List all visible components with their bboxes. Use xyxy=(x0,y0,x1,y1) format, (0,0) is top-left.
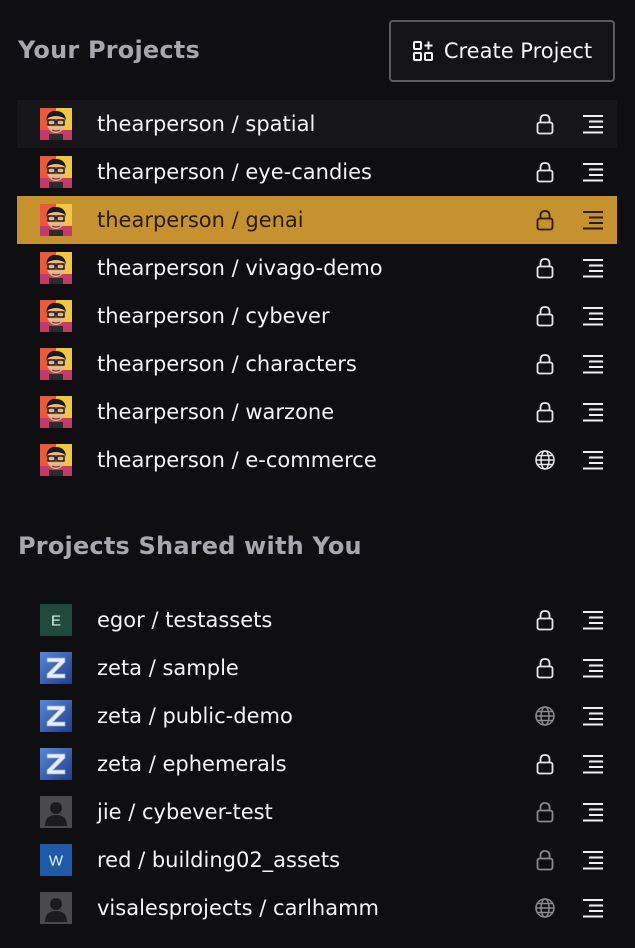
project-row[interactable]: E egor / testassets xyxy=(17,596,617,644)
project-menu-icon[interactable] xyxy=(582,706,604,726)
project-menu-icon[interactable] xyxy=(582,210,604,230)
project-name[interactable]: red / building02_assets xyxy=(97,836,340,884)
project-avatar xyxy=(40,748,72,780)
project-menu-icon[interactable] xyxy=(582,610,604,630)
project-menu-icon[interactable] xyxy=(582,162,604,182)
project-avatar xyxy=(40,108,72,140)
project-row[interactable]: thearperson / characters xyxy=(17,340,617,388)
project-name[interactable]: zeta / public-demo xyxy=(97,692,293,740)
lock-icon xyxy=(534,609,556,631)
project-avatar xyxy=(40,300,72,332)
project-menu-icon[interactable] xyxy=(582,754,604,774)
lock-icon xyxy=(534,401,556,423)
project-avatar xyxy=(40,156,72,188)
project-name[interactable]: thearperson / warzone xyxy=(97,388,334,436)
create-project-button[interactable]: Create Project xyxy=(389,20,615,82)
project-avatar xyxy=(40,652,72,684)
grid-plus-icon xyxy=(412,40,434,62)
create-project-label: Create Project xyxy=(443,39,593,63)
globe-icon xyxy=(534,897,556,919)
project-row[interactable]: visalesprojects / carlhamm xyxy=(17,884,617,932)
project-avatar xyxy=(40,348,72,380)
project-row[interactable]: thearperson / eye-candies xyxy=(17,148,617,196)
project-row[interactable]: zeta / ephemerals xyxy=(17,740,617,788)
project-name[interactable]: zeta / ephemerals xyxy=(97,740,287,788)
project-avatar xyxy=(40,444,72,476)
project-avatar: E xyxy=(40,604,72,636)
project-name[interactable]: thearperson / e-commerce xyxy=(97,436,377,484)
project-name[interactable]: thearperson / vivago-demo xyxy=(97,244,383,292)
project-menu-icon[interactable] xyxy=(582,802,604,822)
project-name[interactable]: thearperson / cybever xyxy=(97,292,330,340)
project-row[interactable]: zeta / public-demo xyxy=(17,692,617,740)
project-menu-icon[interactable] xyxy=(582,114,604,134)
project-avatar xyxy=(40,796,72,828)
project-avatar xyxy=(40,204,72,236)
project-row[interactable]: jie / cybever-test xyxy=(17,788,617,836)
project-name[interactable]: egor / testassets xyxy=(97,596,272,644)
project-row[interactable]: thearperson / e-commerce xyxy=(17,436,617,484)
project-menu-icon[interactable] xyxy=(582,354,604,374)
project-menu-icon[interactable] xyxy=(582,658,604,678)
svg-text:E: E xyxy=(51,613,61,630)
project-name[interactable]: thearperson / eye-candies xyxy=(97,148,372,196)
lock-icon xyxy=(534,801,556,823)
project-menu-icon[interactable] xyxy=(582,898,604,918)
project-name[interactable]: jie / cybever-test xyxy=(97,788,273,836)
globe-icon xyxy=(534,705,556,727)
project-name[interactable]: visalesprojects / carlhamm xyxy=(97,884,379,932)
project-row[interactable]: zeta / sample xyxy=(17,644,617,692)
shared-projects-list: E egor / testassets zeta / sample zeta /… xyxy=(17,596,617,932)
project-menu-icon[interactable] xyxy=(582,402,604,422)
globe-icon xyxy=(534,449,556,471)
lock-icon xyxy=(534,161,556,183)
project-avatar xyxy=(40,396,72,428)
project-name[interactable]: thearperson / genai xyxy=(97,196,304,244)
project-row[interactable]: thearperson / spatial xyxy=(17,100,617,148)
project-menu-icon[interactable] xyxy=(582,306,604,326)
project-avatar xyxy=(40,700,72,732)
lock-icon xyxy=(534,113,556,135)
your-projects-list: thearperson / spatial thearperson / eye-… xyxy=(17,100,617,484)
lock-icon xyxy=(534,209,556,231)
shared-projects-title: Projects Shared with You xyxy=(18,532,362,560)
lock-icon xyxy=(534,257,556,279)
project-row[interactable]: thearperson / genai xyxy=(17,196,617,244)
lock-icon xyxy=(534,753,556,775)
project-row[interactable]: thearperson / warzone xyxy=(17,388,617,436)
lock-icon xyxy=(534,353,556,375)
project-avatar: W xyxy=(40,844,72,876)
project-avatar xyxy=(40,892,72,924)
project-name[interactable]: thearperson / spatial xyxy=(97,100,315,148)
project-row[interactable]: W red / building02_assets xyxy=(17,836,617,884)
project-name[interactable]: thearperson / characters xyxy=(97,340,357,388)
your-projects-title: Your Projects xyxy=(18,36,200,64)
project-name[interactable]: zeta / sample xyxy=(97,644,239,692)
project-menu-icon[interactable] xyxy=(582,258,604,278)
project-avatar xyxy=(40,252,72,284)
lock-icon xyxy=(534,849,556,871)
lock-icon xyxy=(534,657,556,679)
lock-icon xyxy=(534,305,556,327)
project-row[interactable]: thearperson / vivago-demo xyxy=(17,244,617,292)
svg-text:W: W xyxy=(49,853,64,870)
project-menu-icon[interactable] xyxy=(582,850,604,870)
project-row[interactable]: thearperson / cybever xyxy=(17,292,617,340)
project-menu-icon[interactable] xyxy=(582,450,604,470)
